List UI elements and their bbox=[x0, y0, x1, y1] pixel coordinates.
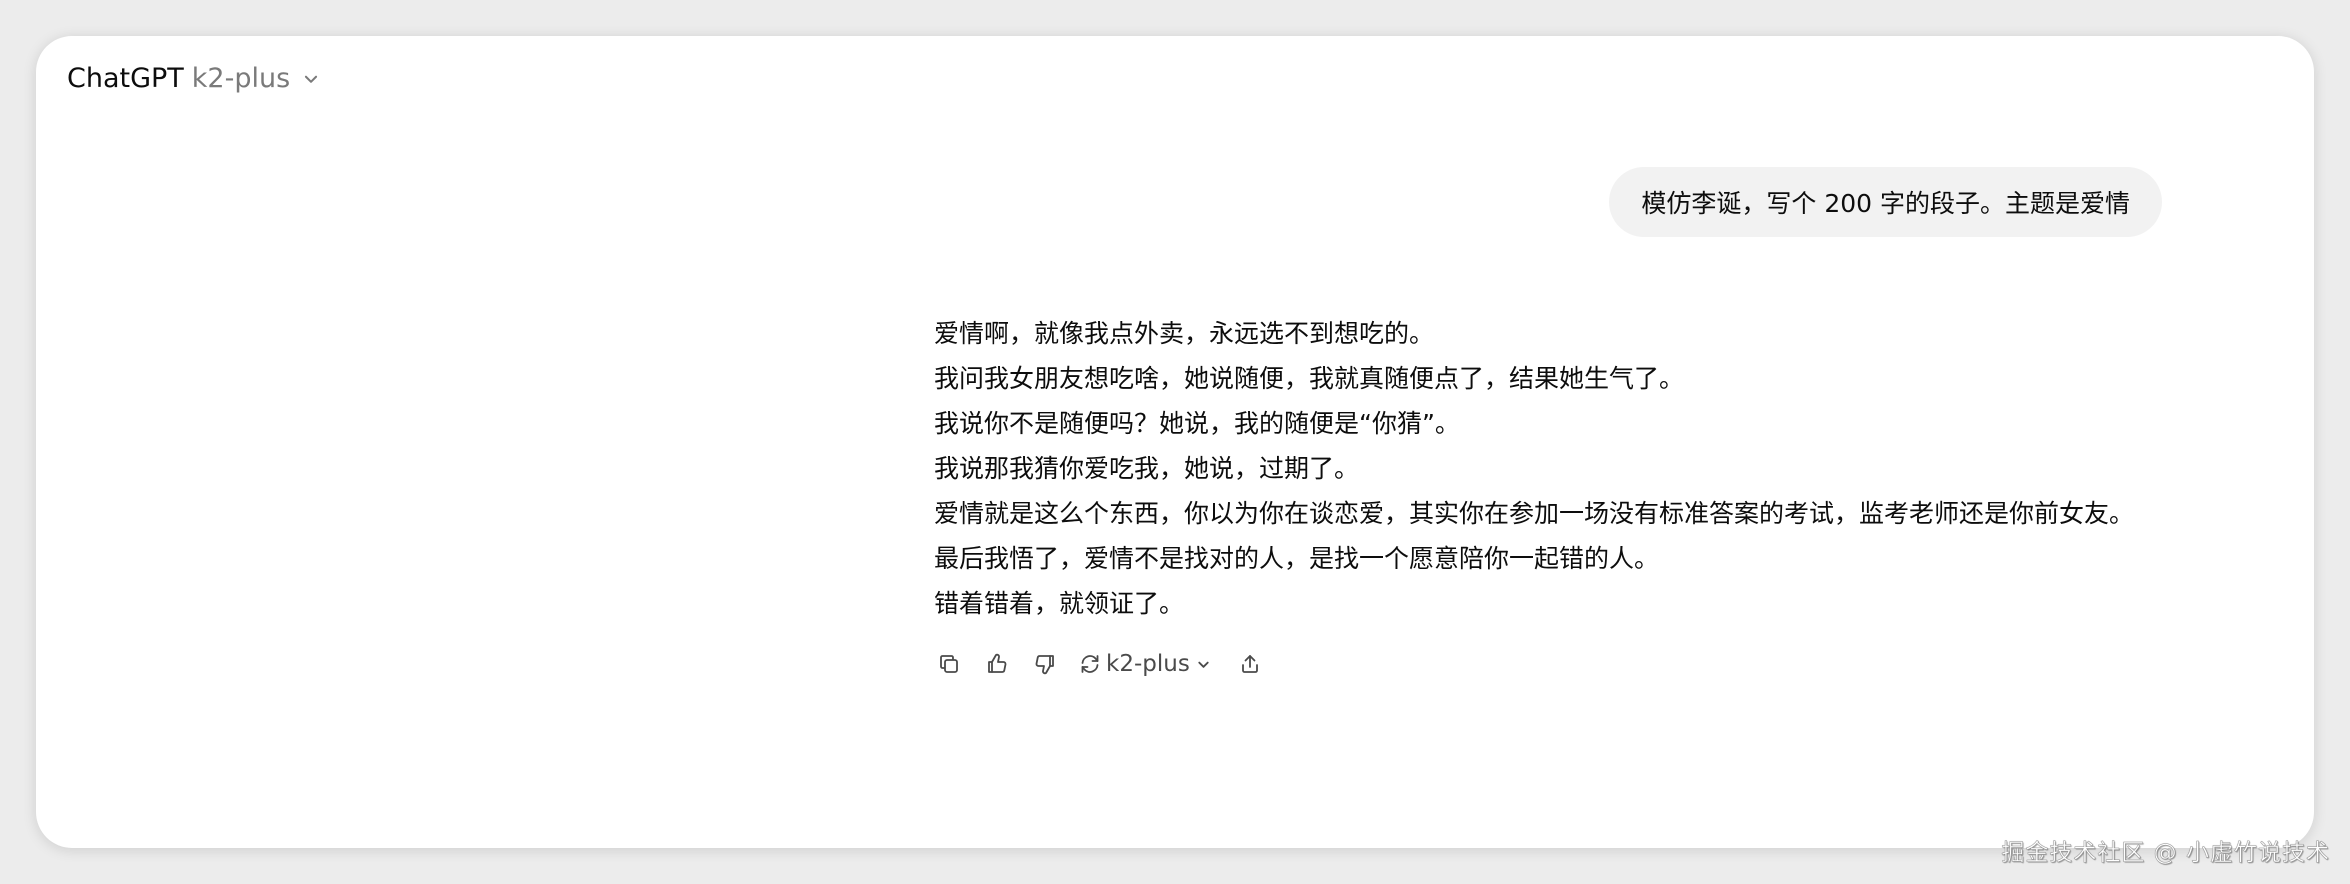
chat-window: ChatGPT k2-plus 模仿李诞，写个 200 字的段子。主题是爱情 爱… bbox=[36, 36, 2314, 848]
copy-button[interactable] bbox=[934, 649, 964, 679]
share-icon bbox=[1241, 655, 1258, 673]
assistant-line: 爱情啊，就像我点外卖，永远选不到想吃的。 bbox=[934, 319, 1435, 348]
user-message-text: 模仿李诞，写个 200 字的段子。主题是爱情 bbox=[1641, 189, 2130, 218]
app-name: ChatGPT bbox=[67, 62, 184, 94]
regenerate-icon bbox=[1081, 655, 1099, 673]
thumbs-down-button[interactable] bbox=[1030, 649, 1060, 679]
copy-icon bbox=[940, 655, 958, 673]
user-message-bubble: 模仿李诞，写个 200 字的段子。主题是爱情 bbox=[1609, 167, 2162, 237]
chevron-down-icon bbox=[1198, 661, 1209, 668]
assistant-line: 最后我悟了，爱情不是找对的人，是找一个愿意陪你一起错的人。 bbox=[934, 544, 1660, 573]
thumbs-up-icon bbox=[988, 653, 1007, 673]
regenerate-model-label: k2-plus bbox=[1106, 651, 1190, 677]
thumbs-down-icon bbox=[1035, 655, 1054, 675]
regenerate-button[interactable]: k2-plus bbox=[1078, 651, 1211, 677]
assistant-line: 我说那我猜你爱吃我，她说，过期了。 bbox=[934, 454, 1360, 483]
model-switcher[interactable]: ChatGPT k2-plus bbox=[67, 58, 320, 98]
chevron-down-icon bbox=[305, 75, 318, 83]
assistant-line: 我说你不是随便吗？她说，我的随便是“你猜”。 bbox=[934, 409, 1460, 438]
model-name: k2-plus bbox=[191, 62, 291, 94]
watermark: 掘金技术社区 @ 小虚竹说技术 bbox=[2001, 840, 2330, 867]
thumbs-up-button[interactable] bbox=[982, 649, 1012, 679]
share-button[interactable] bbox=[1235, 649, 1265, 679]
assistant-message: 爱情啊，就像我点外卖，永远选不到想吃的。 我问我女朋友想吃啥，她说随便，我就真随… bbox=[934, 311, 2194, 680]
assistant-line: 错着错着，就领证了。 bbox=[934, 589, 1185, 618]
assistant-line: 我问我女朋友想吃啥，她说随便，我就真随便点了，结果她生气了。 bbox=[934, 364, 1685, 393]
message-actions: k2-plus bbox=[934, 648, 2194, 680]
assistant-line: 爱情就是这么个东西，你以为你在谈恋爱，其实你在参加一场没有标准答案的考试，监考老… bbox=[934, 499, 2135, 528]
